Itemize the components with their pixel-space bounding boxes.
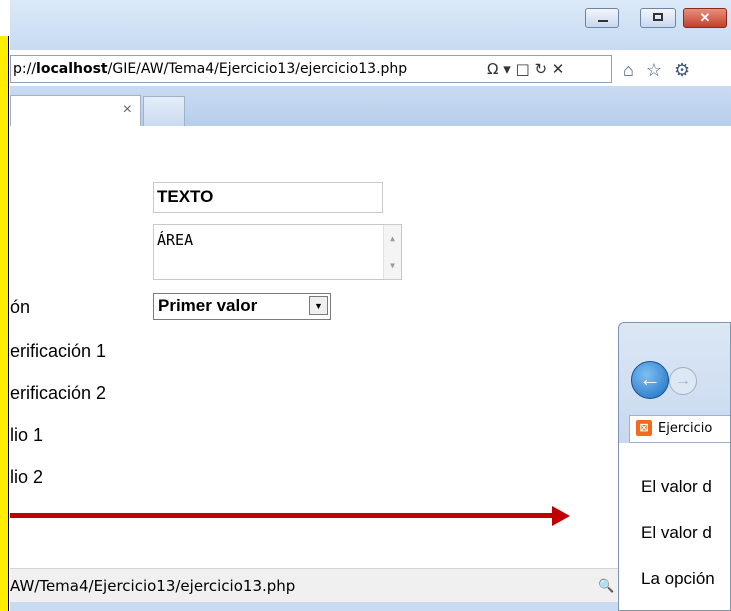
address-tools-icon[interactable]: Ω ▾ □ ↻ ✕ — [487, 56, 564, 82]
tab-close-icon[interactable]: × — [123, 101, 132, 119]
select-dropdown[interactable]: Primer valor ▼ — [153, 293, 331, 320]
address-path: /GIE/AW/Tema4/Ejercicio13/ejercicio13.ph… — [107, 61, 408, 77]
xampp-icon: ⊠ — [636, 420, 652, 436]
forward-arrow-icon[interactable]: → — [669, 367, 697, 395]
back-arrow-icon[interactable]: ← — [631, 361, 669, 399]
gear-icon[interactable]: ⚙ — [674, 60, 702, 80]
close-icon: ✕ — [699, 10, 711, 25]
chevron-down-icon[interactable]: ▼ — [309, 296, 328, 315]
label-radio-1: lio 1 — [10, 425, 44, 445]
second-window-tab[interactable]: ⊠ Ejercicio — [629, 415, 730, 443]
label-select: ón — [10, 297, 31, 317]
second-window-line-1: El valor d — [641, 477, 712, 496]
select-value: Primer valor — [158, 296, 258, 315]
second-window-tab-label: Ejercicio — [658, 421, 713, 436]
zoom-icon[interactable]: 🔍 — [598, 578, 614, 594]
toolbar-icons: ⌂☆⚙ — [623, 60, 702, 81]
text-input[interactable]: TEXTO — [153, 182, 383, 213]
close-window-button[interactable]: ✕ — [683, 8, 727, 28]
status-url: AW/Tema4/Ejercicio13/ejercicio13.php — [10, 577, 296, 595]
second-window-line-2: El valor d — [641, 523, 712, 542]
textarea-value: ÁREA — [157, 231, 194, 249]
address-host: localhost — [36, 61, 108, 77]
highlight-bar — [0, 36, 9, 611]
label-radio-2: lio 2 — [10, 467, 44, 487]
title-bar — [10, 0, 731, 50]
label-checkbox-2: erificación 2 — [10, 383, 107, 403]
textarea-scrollbar[interactable]: ▲ ▼ — [383, 225, 401, 279]
annotation-arrowhead — [552, 506, 570, 526]
textarea-field[interactable]: ÁREA ▲ ▼ — [153, 224, 402, 280]
minimize-icon — [598, 20, 608, 22]
maximize-icon — [653, 13, 663, 21]
second-browser-window: ← → ⊠ Ejercicio El valor d El valor d La… — [618, 322, 731, 611]
favorites-star-icon[interactable]: ☆ — [646, 60, 674, 80]
maximize-button[interactable] — [640, 8, 676, 28]
new-tab-button[interactable] — [143, 96, 185, 126]
annotation-arrow-line — [10, 513, 558, 518]
home-icon[interactable]: ⌂ — [623, 60, 646, 80]
tab-current[interactable]: × — [10, 95, 141, 126]
address-bar[interactable]: p://localhost/GIE/AW/Tema4/Ejercicio13/e… — [10, 55, 612, 83]
minimize-button[interactable] — [585, 8, 619, 28]
address-prefix: p:// — [13, 61, 37, 77]
label-checkbox-1: erificación 1 — [10, 341, 107, 361]
second-window-line-3: La opción — [641, 569, 715, 588]
